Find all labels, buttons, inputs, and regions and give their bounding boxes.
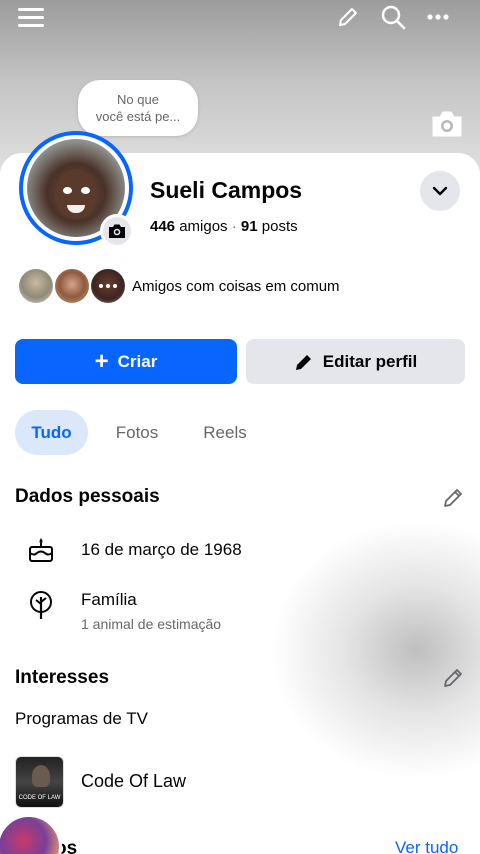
bubble-text-line2: você está pe... [95,109,181,124]
background-texture [270,520,480,780]
thumbnail-text: CODE OF LAW [18,795,61,801]
friends-label: amigos [179,218,228,235]
family-subtitle: 1 animal de estimação [81,616,222,632]
family-tree-icon [27,590,55,619]
edit-personal-pencil-icon[interactable] [441,486,465,510]
avatar-camera-icon[interactable] [100,214,134,248]
status-thought-bubble[interactable]: No que você está pe... [78,80,198,136]
mutual-friends-label[interactable]: Amigos com coisas em comum [132,278,340,295]
interests-title: Interesses [15,667,110,688]
family-title: Família [81,590,137,609]
edit-profile-button[interactable]: Editar perfil [246,339,465,384]
stats-separator: · [231,218,237,235]
posts-count: 91 [240,218,258,235]
thumbnail-figure [32,765,50,787]
interest-item-name[interactable]: Code Of Law [81,771,186,792]
create-button-label: Criar [117,351,158,371]
mutual-friend-avatar[interactable] [89,267,127,305]
profile-dropdown-button[interactable] [420,171,460,211]
create-button[interactable]: + Criar [15,339,237,384]
tab-all[interactable]: Tudo [15,410,88,455]
pencil-icon [295,354,311,370]
tab-photos[interactable]: Fotos [100,410,174,455]
tab-reels[interactable]: Reels [188,410,262,455]
profile-stats[interactable]: 446 amigos · 91 posts [150,218,298,235]
menu-icon[interactable] [14,2,48,32]
see-all-link[interactable]: Ver tudo [395,838,458,854]
interest-thumbnail[interactable]: CODE OF LAW [15,756,64,808]
friends-count: 446 [150,218,176,235]
mutual-friend-avatar[interactable] [17,267,55,305]
chevron-down-icon [432,186,448,196]
edit-interests-pencil-icon[interactable] [441,666,465,690]
cover-camera-icon[interactable] [430,108,464,140]
more-icon[interactable] [421,2,455,32]
avatar-eye [81,187,90,194]
edit-profile-label: Editar perfil [322,351,418,371]
birthday-text: 16 de março de 1968 [81,540,242,559]
search-icon[interactable] [376,2,410,32]
bubble-text-line1: No que [117,92,159,107]
mutual-friend-avatar[interactable] [53,267,91,305]
interest-category: Programas de TV [15,709,148,728]
personal-data-title: Dados pessoais [15,486,160,507]
profile-name: Sueli Campos [150,177,303,203]
posts-label: posts [261,218,298,235]
avatar-eye [63,187,72,194]
birthday-cake-icon [27,535,55,563]
edit-icon[interactable] [331,2,365,32]
plus-icon: + [94,347,109,375]
